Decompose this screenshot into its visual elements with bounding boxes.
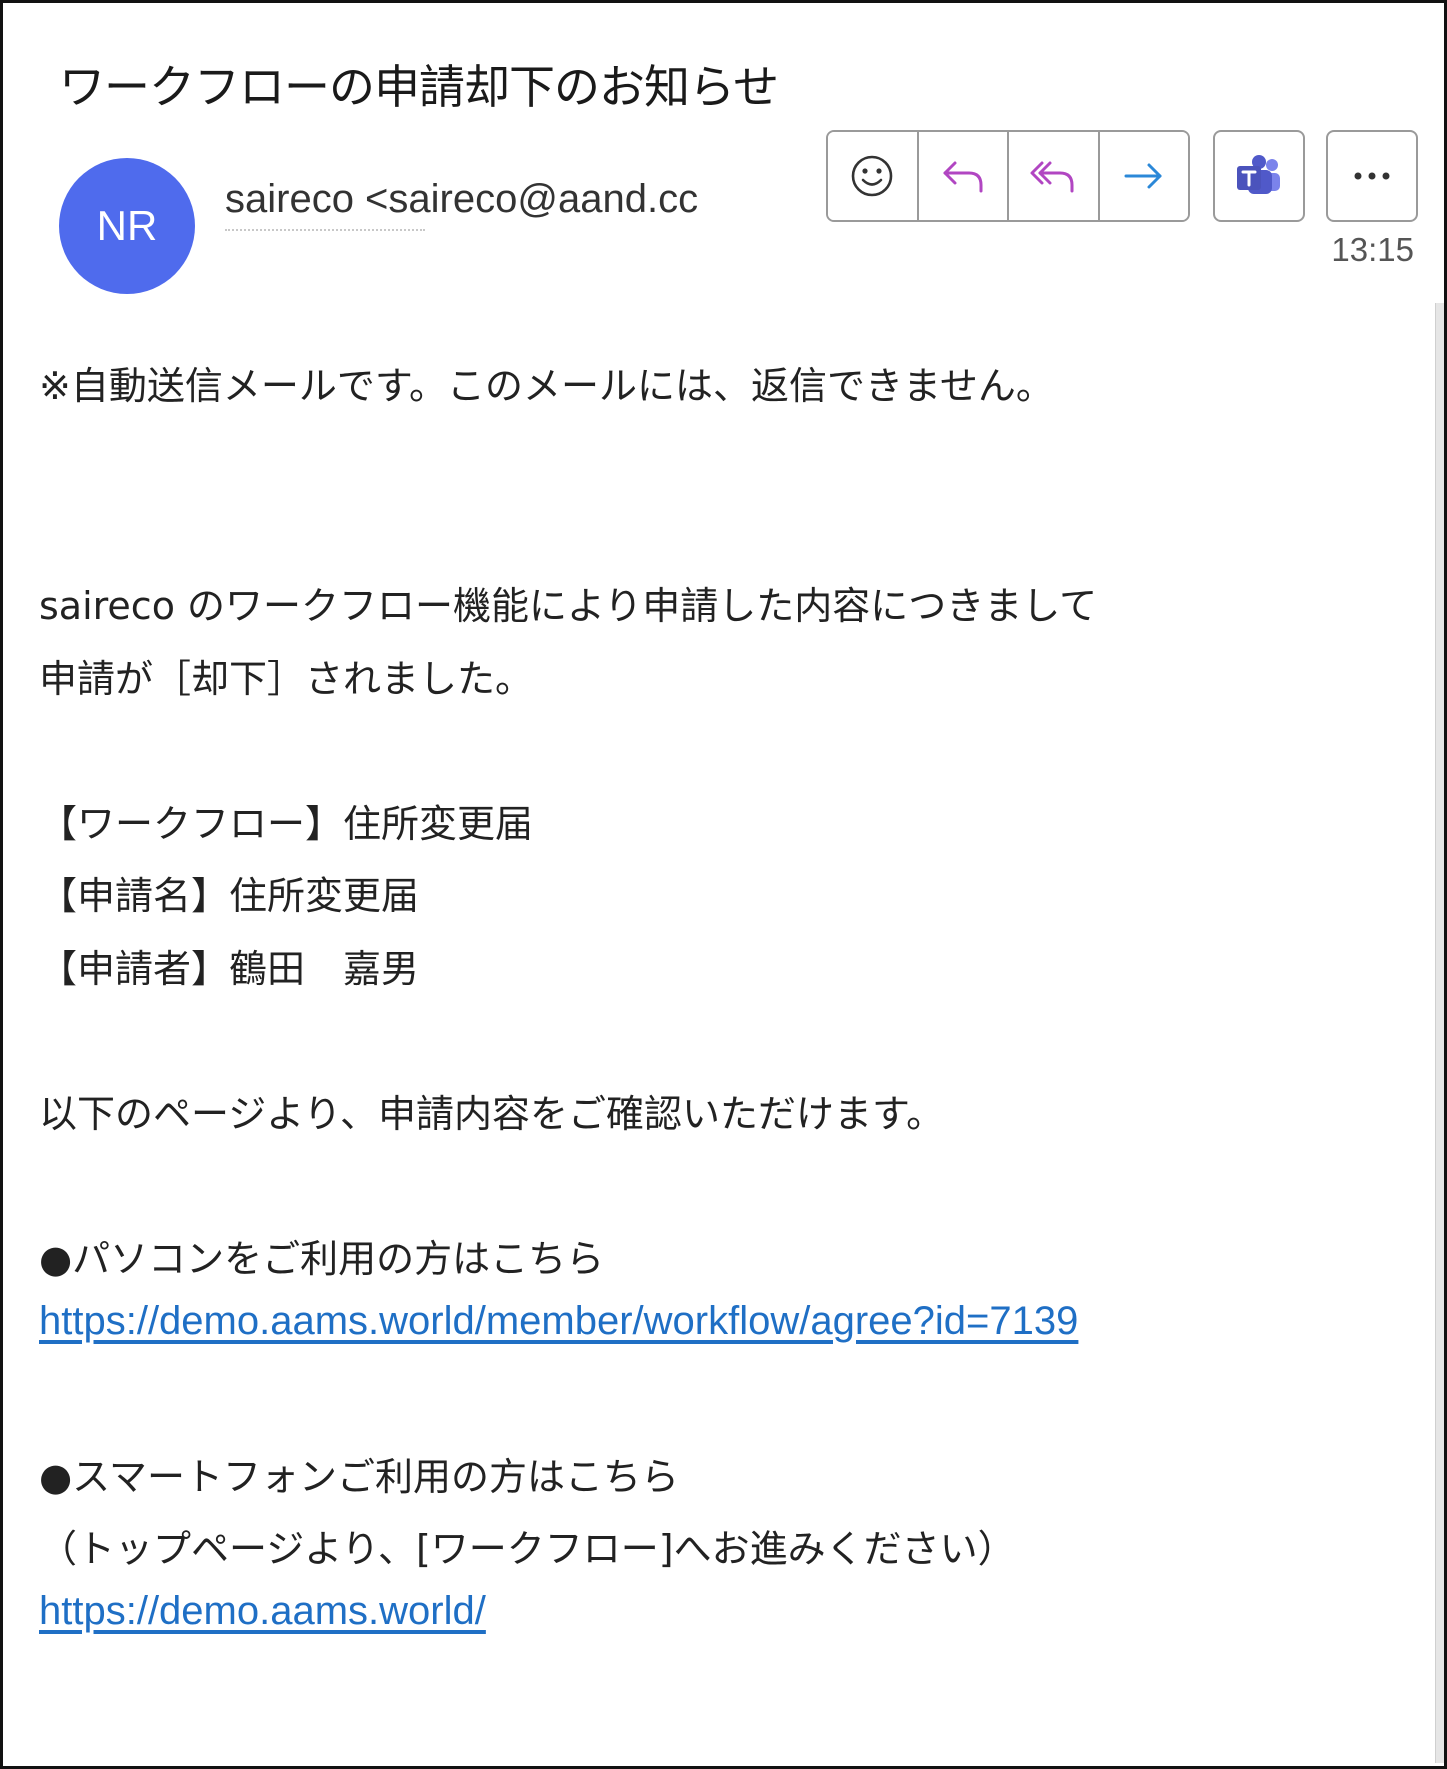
sender-avatar[interactable]: NR bbox=[59, 158, 195, 294]
workflow-field: 【ワークフロー】住所変更届 bbox=[39, 802, 534, 846]
smartphone-heading: ●スマートフォンご利用の方はこちら bbox=[39, 1455, 680, 1499]
auto-send-notice: ※自動送信メールです。このメールには、返信できません。 bbox=[39, 364, 1054, 408]
application-name-field: 【申請名】住所変更届 bbox=[39, 874, 420, 918]
react-button[interactable] bbox=[828, 132, 919, 220]
more-actions-button[interactable] bbox=[1326, 130, 1418, 222]
smartphone-note: （トップページより、[ワークフロー]へお進みください） bbox=[39, 1527, 1016, 1571]
pc-link[interactable]: https://demo.aams.world/member/workflow/… bbox=[39, 1299, 1078, 1344]
smiley-icon bbox=[851, 155, 893, 197]
intro-line-2: 申請が［却下］されました。 bbox=[39, 657, 534, 701]
applicant-field: 【申請者】鶴田 嘉男 bbox=[39, 947, 420, 991]
email-reading-pane: ワークフローの申請却下のお知らせ NR saireco <saireco@aan… bbox=[0, 0, 1447, 1769]
sender-address[interactable]: saireco <saireco@aand.cc bbox=[225, 177, 737, 222]
reply-all-button[interactable] bbox=[1009, 132, 1100, 220]
avatar-initials: NR bbox=[96, 202, 158, 249]
confirm-text: 以下のページより、申請内容をご確認いただけます。 bbox=[39, 1092, 945, 1136]
teams-icon bbox=[1237, 155, 1280, 194]
reply-icon bbox=[943, 161, 983, 193]
email-subject: ワークフローの申請却下のお知らせ bbox=[59, 60, 779, 114]
teams-share-button[interactable] bbox=[1213, 130, 1305, 222]
smartphone-link[interactable]: https://demo.aams.world/ bbox=[39, 1589, 486, 1634]
forward-icon bbox=[1124, 163, 1162, 189]
forward-button[interactable] bbox=[1099, 132, 1188, 220]
message-actions bbox=[826, 130, 1190, 222]
reply-button[interactable] bbox=[918, 132, 1009, 220]
scrollbar[interactable] bbox=[1435, 303, 1444, 1763]
reply-all-icon bbox=[1030, 161, 1074, 193]
sender-subline bbox=[225, 229, 425, 235]
received-time: 13:15 bbox=[1331, 231, 1414, 268]
pc-heading: ●パソコンをご利用の方はこちら bbox=[39, 1237, 605, 1281]
intro-line-1: saireco のワークフロー機能により申請した内容につきまして bbox=[39, 584, 1098, 628]
more-icon bbox=[1354, 172, 1390, 180]
